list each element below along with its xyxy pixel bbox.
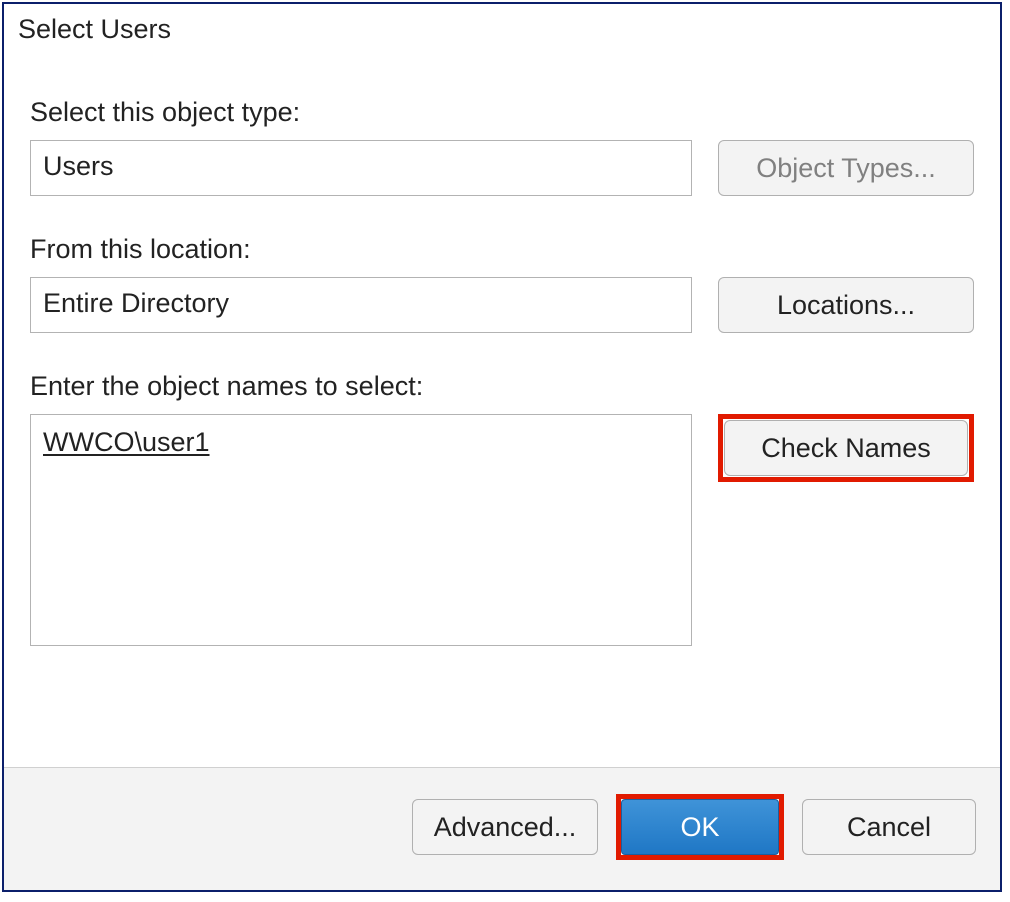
object-names-label: Enter the object names to select: bbox=[30, 371, 974, 402]
check-names-highlight: Check Names bbox=[718, 414, 974, 482]
object-types-button[interactable]: Object Types... bbox=[718, 140, 974, 196]
locations-button[interactable]: Locations... bbox=[718, 277, 974, 333]
object-type-field: Users bbox=[30, 140, 692, 196]
dialog-title: Select Users bbox=[4, 4, 1000, 49]
object-type-label: Select this object type: bbox=[30, 97, 974, 128]
object-name-entry: WWCO\user1 bbox=[43, 427, 210, 457]
dialog-content: Select this object type: Users Object Ty… bbox=[4, 49, 1000, 767]
object-names-input[interactable]: WWCO\user1 bbox=[30, 414, 692, 646]
ok-button[interactable]: OK bbox=[621, 799, 779, 855]
select-users-dialog: Select Users Select this object type: Us… bbox=[2, 2, 1002, 892]
check-names-button[interactable]: Check Names bbox=[724, 420, 968, 476]
location-label: From this location: bbox=[30, 234, 974, 265]
cancel-button[interactable]: Cancel bbox=[802, 799, 976, 855]
advanced-button[interactable]: Advanced... bbox=[412, 799, 598, 855]
ok-highlight: OK bbox=[616, 794, 784, 860]
location-field: Entire Directory bbox=[30, 277, 692, 333]
dialog-footer: Advanced... OK Cancel bbox=[4, 767, 1000, 890]
